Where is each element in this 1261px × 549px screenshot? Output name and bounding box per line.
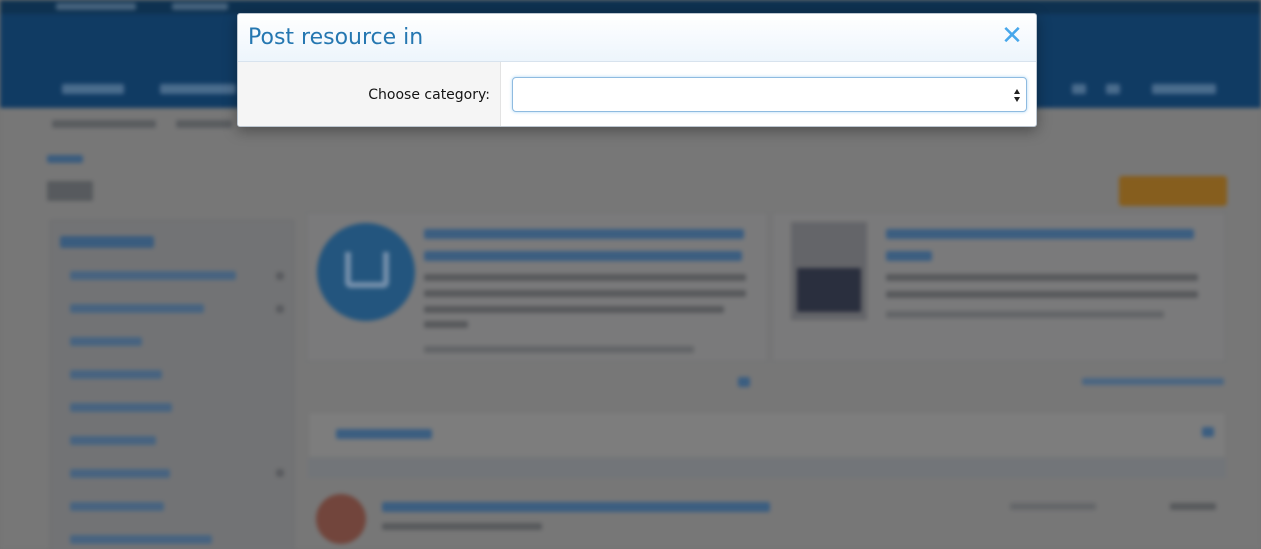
select-arrows-icon — [1014, 86, 1022, 104]
dialog-body: Choose category: — [238, 62, 1036, 126]
close-icon[interactable]: ✕ — [998, 22, 1026, 50]
post-resource-dialog: Post resource in ✕ Choose category: — [237, 13, 1037, 127]
category-select[interactable] — [512, 77, 1027, 112]
arrow-up-icon — [1014, 89, 1020, 94]
form-label-cell: Choose category: — [238, 62, 501, 126]
category-label: Choose category: — [368, 87, 490, 103]
arrow-down-icon — [1014, 97, 1020, 102]
dialog-title: Post resource in — [248, 25, 424, 50]
dialog-header: Post resource in ✕ — [238, 14, 1036, 62]
